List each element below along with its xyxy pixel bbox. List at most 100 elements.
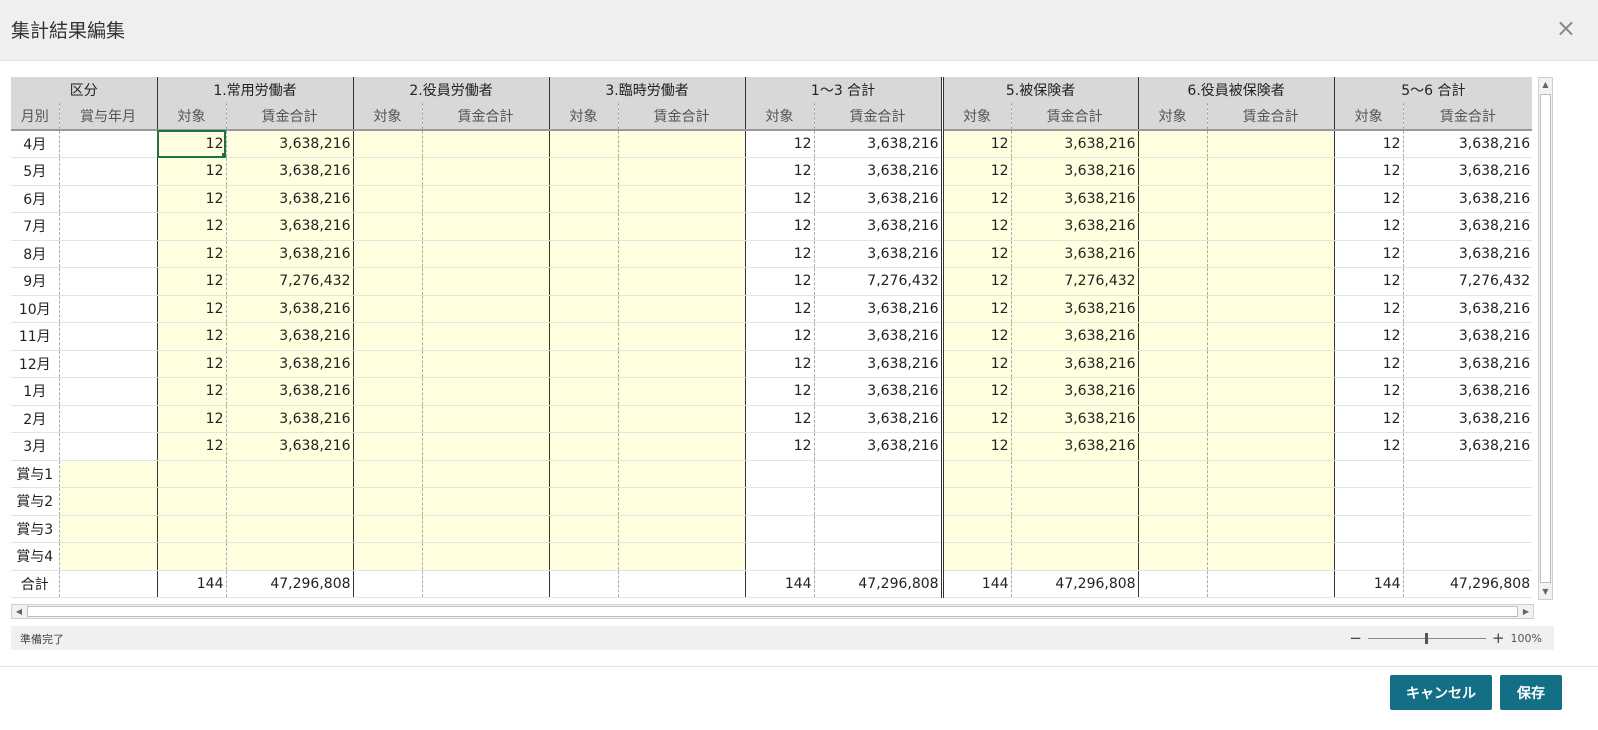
officer-insured-target-cell[interactable]	[1138, 185, 1208, 213]
officer-target-cell[interactable]	[353, 240, 423, 268]
insured-target-cell[interactable]: 12	[942, 185, 1012, 213]
regular-target-cell[interactable]: 12	[157, 267, 227, 296]
regular-target-cell[interactable]: 12	[157, 240, 227, 268]
temp-target-cell[interactable]	[549, 295, 619, 323]
officer-insured-wage-cell[interactable]	[1207, 487, 1335, 516]
regular-wage-cell[interactable]: 3,638,216	[226, 322, 354, 351]
officer-wage-cell[interactable]	[422, 350, 550, 378]
temp-target-cell[interactable]	[549, 130, 619, 158]
scroll-down-icon[interactable]: ▼	[1539, 585, 1552, 599]
officer-target-cell[interactable]	[353, 487, 423, 516]
bonus-month-cell[interactable]	[59, 487, 158, 516]
temp-target-cell[interactable]	[549, 212, 619, 241]
temp-target-cell[interactable]	[549, 377, 619, 406]
temp-wage-cell[interactable]	[618, 487, 746, 516]
horizontal-scrollbar[interactable]: ◀ ▶	[11, 604, 1534, 619]
officer-insured-target-cell[interactable]	[1138, 130, 1208, 158]
zoom-slider-knob[interactable]	[1424, 632, 1428, 644]
insured-wage-cell[interactable]	[1011, 515, 1139, 543]
close-icon[interactable]: ×	[1556, 14, 1576, 42]
temp-target-cell[interactable]	[549, 432, 619, 461]
insured-target-cell[interactable]: 12	[942, 212, 1012, 241]
regular-wage-cell[interactable]: 3,638,216	[226, 295, 354, 323]
officer-wage-cell[interactable]	[422, 185, 550, 213]
officer-wage-cell[interactable]	[422, 212, 550, 241]
insured-target-cell[interactable]: 12	[942, 295, 1012, 323]
officer-insured-target-cell[interactable]	[1138, 350, 1208, 378]
insured-wage-cell[interactable]	[1011, 460, 1139, 488]
officer-insured-wage-cell[interactable]	[1207, 515, 1335, 543]
officer-target-cell[interactable]	[353, 267, 423, 296]
officer-target-cell[interactable]	[353, 157, 423, 186]
temp-wage-cell[interactable]	[618, 130, 746, 158]
insured-wage-cell[interactable]: 3,638,216	[1011, 240, 1139, 268]
insured-target-cell[interactable]: 12	[942, 405, 1012, 433]
officer-target-cell[interactable]	[353, 405, 423, 433]
regular-target-cell[interactable]: 12	[157, 130, 227, 158]
temp-wage-cell[interactable]	[618, 432, 746, 461]
temp-target-cell[interactable]	[549, 542, 619, 571]
temp-wage-cell[interactable]	[618, 515, 746, 543]
officer-insured-target-cell[interactable]	[1138, 267, 1208, 296]
insured-target-cell[interactable]: 12	[942, 322, 1012, 351]
officer-wage-cell[interactable]	[422, 295, 550, 323]
insured-wage-cell[interactable]: 3,638,216	[1011, 212, 1139, 241]
officer-target-cell[interactable]	[353, 185, 423, 213]
officer-target-cell[interactable]	[353, 350, 423, 378]
officer-insured-wage-cell[interactable]	[1207, 295, 1335, 323]
officer-insured-wage-cell[interactable]	[1207, 157, 1335, 186]
officer-wage-cell[interactable]	[422, 130, 550, 158]
officer-wage-cell[interactable]	[422, 542, 550, 571]
officer-insured-target-cell[interactable]	[1138, 487, 1208, 516]
regular-wage-cell[interactable]	[226, 515, 354, 543]
officer-target-cell[interactable]	[353, 542, 423, 571]
temp-wage-cell[interactable]	[618, 405, 746, 433]
regular-wage-cell[interactable]: 3,638,216	[226, 157, 354, 186]
regular-target-cell[interactable]	[157, 515, 227, 543]
officer-insured-target-cell[interactable]	[1138, 432, 1208, 461]
officer-target-cell[interactable]	[353, 515, 423, 543]
insured-target-cell[interactable]: 12	[942, 377, 1012, 406]
officer-target-cell[interactable]	[353, 130, 423, 158]
temp-target-cell[interactable]	[549, 322, 619, 351]
officer-wage-cell[interactable]	[422, 267, 550, 296]
regular-target-cell[interactable]: 12	[157, 405, 227, 433]
temp-target-cell[interactable]	[549, 460, 619, 488]
officer-insured-wage-cell[interactable]	[1207, 432, 1335, 461]
temp-target-cell[interactable]	[549, 515, 619, 543]
officer-wage-cell[interactable]	[422, 377, 550, 406]
officer-wage-cell[interactable]	[422, 487, 550, 516]
temp-target-cell[interactable]	[549, 185, 619, 213]
insured-target-cell[interactable]	[942, 515, 1012, 543]
regular-target-cell[interactable]	[157, 460, 227, 488]
officer-wage-cell[interactable]	[422, 460, 550, 488]
officer-insured-target-cell[interactable]	[1138, 157, 1208, 186]
temp-wage-cell[interactable]	[618, 377, 746, 406]
officer-insured-wage-cell[interactable]	[1207, 322, 1335, 351]
officer-insured-wage-cell[interactable]	[1207, 267, 1335, 296]
regular-wage-cell[interactable]: 3,638,216	[226, 240, 354, 268]
regular-target-cell[interactable]: 12	[157, 350, 227, 378]
cancel-button[interactable]: キャンセル	[1390, 675, 1492, 710]
insured-wage-cell[interactable]	[1011, 542, 1139, 571]
regular-wage-cell[interactable]: 3,638,216	[226, 405, 354, 433]
officer-insured-wage-cell[interactable]	[1207, 350, 1335, 378]
temp-target-cell[interactable]	[549, 350, 619, 378]
scroll-left-icon[interactable]: ◀	[12, 605, 26, 618]
temp-wage-cell[interactable]	[618, 295, 746, 323]
temp-target-cell[interactable]	[549, 240, 619, 268]
regular-target-cell[interactable]: 12	[157, 185, 227, 213]
officer-wage-cell[interactable]	[422, 322, 550, 351]
officer-insured-wage-cell[interactable]	[1207, 460, 1335, 488]
temp-wage-cell[interactable]	[618, 542, 746, 571]
regular-wage-cell[interactable]: 3,638,216	[226, 377, 354, 406]
regular-wage-cell[interactable]	[226, 487, 354, 516]
officer-wage-cell[interactable]	[422, 157, 550, 186]
horizontal-scroll-thumb[interactable]	[27, 606, 1518, 617]
scroll-right-icon[interactable]: ▶	[1519, 605, 1533, 618]
regular-wage-cell[interactable]	[226, 460, 354, 488]
officer-insured-target-cell[interactable]	[1138, 542, 1208, 571]
officer-insured-wage-cell[interactable]	[1207, 185, 1335, 213]
officer-wage-cell[interactable]	[422, 240, 550, 268]
insured-wage-cell[interactable]: 3,638,216	[1011, 157, 1139, 186]
